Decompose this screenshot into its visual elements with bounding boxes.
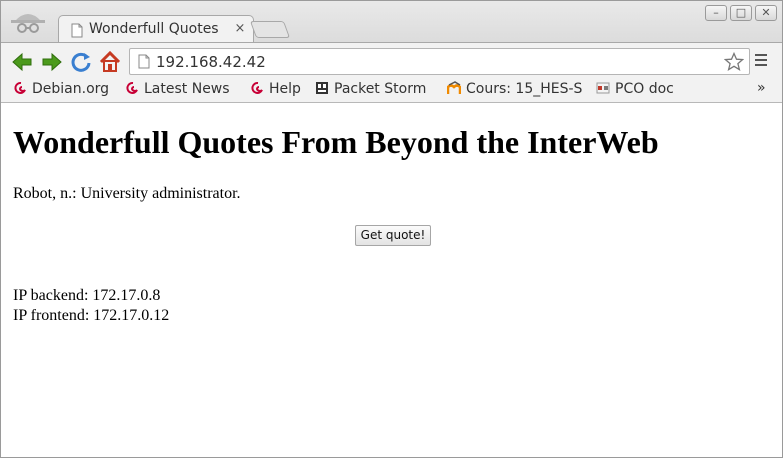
- maximize-button[interactable]: □: [730, 5, 752, 21]
- home-icon[interactable]: [99, 51, 121, 73]
- bookmark-label: Debian.org: [32, 81, 110, 97]
- debian-icon: [14, 82, 26, 94]
- bookmark-label: Help: [269, 81, 301, 97]
- tab-close-button[interactable]: ×: [233, 21, 247, 37]
- browser-toolbar: 192.168.42.42: [1, 42, 782, 78]
- bookmark-label: Latest News: [144, 81, 230, 97]
- page-icon: [138, 54, 150, 69]
- page-content: Wonderfull Quotes From Beyond the InterW…: [1, 104, 782, 457]
- bookmark-pco-doc[interactable]: PCO doc: [596, 81, 674, 99]
- quote-text: Robot, n.: University administrator.: [13, 185, 241, 202]
- bookmark-latest-news[interactable]: Latest News: [125, 81, 230, 99]
- bookmark-packet-storm[interactable]: Packet Storm: [315, 81, 426, 99]
- url-text[interactable]: 192.168.42.42: [156, 53, 266, 71]
- bookmarks-bar: Debian.org Latest News Help Packet Storm: [1, 78, 782, 103]
- bookmark-cours[interactable]: Cours: 15_HES-S: [447, 81, 583, 99]
- pco-doc-icon: [596, 82, 610, 94]
- debian-icon: [251, 82, 263, 94]
- close-window-button[interactable]: ✕: [755, 5, 777, 21]
- browser-window: Wonderfull Quotes × – □ ✕ 192.168.42.42 …: [0, 0, 783, 458]
- bookmark-label: Packet Storm: [334, 81, 427, 97]
- moodle-icon: [447, 81, 461, 94]
- bookmark-label: Cours: 15_HES-S: [466, 81, 583, 97]
- bookmark-star-icon[interactable]: [724, 52, 744, 72]
- debian-icon: [126, 82, 138, 94]
- bookmark-debian[interactable]: Debian.org: [13, 81, 109, 99]
- menu-icon[interactable]: [754, 53, 768, 67]
- incognito-icon: [11, 14, 45, 33]
- bookmark-help[interactable]: Help: [250, 81, 301, 99]
- back-icon[interactable]: [11, 51, 33, 73]
- bookmarks-overflow-button[interactable]: »: [757, 80, 766, 96]
- address-bar[interactable]: 192.168.42.42: [129, 48, 750, 75]
- ip-frontend-text: IP frontend: 172.17.0.12: [13, 307, 170, 324]
- ip-backend-text: IP backend: 172.17.0.8: [13, 287, 161, 304]
- minimize-button[interactable]: –: [705, 5, 727, 21]
- bookmark-label: PCO doc: [615, 81, 674, 97]
- new-tab-button[interactable]: [249, 21, 291, 38]
- get-quote-button[interactable]: Get quote!: [355, 225, 431, 246]
- forward-icon[interactable]: [41, 51, 63, 73]
- tab-title: Wonderfull Quotes: [89, 21, 219, 37]
- page-heading: Wonderfull Quotes From Beyond the InterW…: [13, 124, 659, 160]
- page-icon: [71, 23, 83, 38]
- packet-storm-icon: [316, 82, 328, 94]
- tab-strip: Wonderfull Quotes × – □ ✕: [1, 1, 782, 43]
- tab-active[interactable]: Wonderfull Quotes ×: [58, 15, 254, 43]
- reload-icon[interactable]: [70, 51, 92, 73]
